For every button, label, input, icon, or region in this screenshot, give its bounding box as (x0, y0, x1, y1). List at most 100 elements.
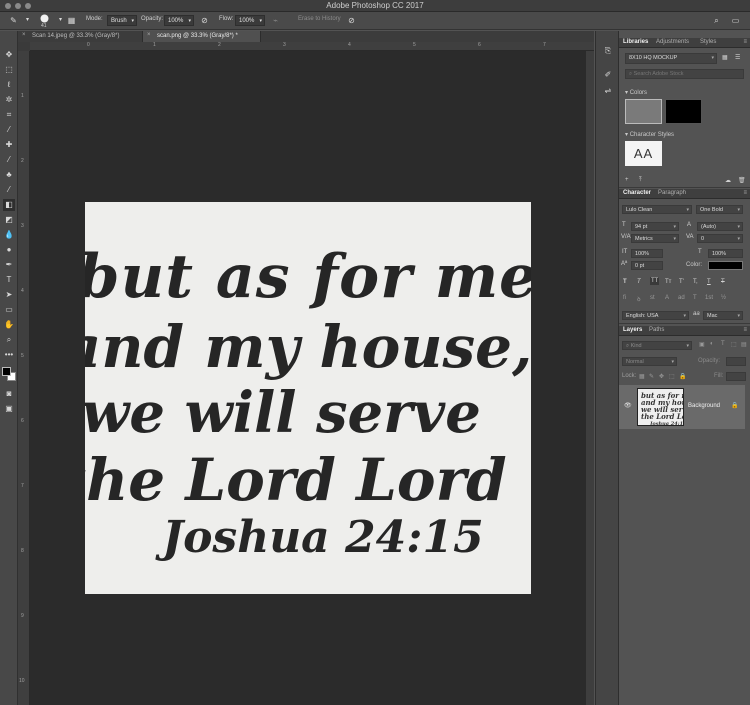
list-view-icon[interactable]: ☰ (735, 54, 740, 61)
eraser-tool-icon[interactable]: ◧ (3, 199, 15, 211)
text-color-swatch[interactable] (708, 261, 743, 270)
workspace-icon[interactable]: ▭ (730, 15, 741, 26)
history-panel-icon[interactable]: ⎘ (602, 45, 614, 57)
doc-tab-scan-png[interactable]: × scan.png @ 33.3% (Gray/8*) * (143, 31, 261, 42)
blend-mode-select[interactable]: Normal ▾ (622, 357, 677, 366)
pressure-opacity-icon[interactable]: ⊘ (199, 15, 210, 26)
close-icon[interactable]: × (147, 32, 151, 38)
trash-icon[interactable]: 🗑 (738, 177, 746, 184)
swash-button[interactable]: A (665, 295, 669, 301)
opacity-input[interactable]: 100% ▾ (164, 15, 194, 26)
underline-button[interactable]: T (707, 279, 711, 285)
baseline-shift-input[interactable]: 0 pt (631, 261, 663, 270)
add-icon[interactable]: + (625, 177, 629, 183)
more-tools-icon[interactable]: ••• (3, 349, 15, 361)
stylistic-alternates-button[interactable]: ad (678, 295, 685, 301)
horizontal-scale-input[interactable]: 100% (708, 249, 743, 258)
lock-transparency-icon[interactable]: ▦ (639, 373, 645, 380)
path-selection-tool-icon[interactable]: ➤ (3, 289, 15, 301)
eyedropper-tool-icon[interactable]: ⁄ (3, 124, 15, 136)
antialias-select[interactable]: Mac ▾ (703, 311, 743, 320)
superscript-button[interactable]: T' (679, 279, 684, 285)
tab-libraries[interactable]: Libraries (620, 39, 651, 45)
filter-type-icon[interactable]: T (721, 341, 725, 347)
leading-input[interactable]: (Auto) ▾ (697, 222, 743, 231)
dodge-tool-icon[interactable]: ● (3, 244, 15, 256)
library-color-swatch[interactable] (625, 99, 662, 124)
brush-tool-icon[interactable]: ⁄ (3, 154, 15, 166)
canvas-pasteboard[interactable]: but as for me and my house, we will serv… (30, 51, 586, 705)
lock-artboard-icon[interactable]: ⬚ (669, 373, 675, 380)
font-family-select[interactable]: Lulo Clean ▾ (622, 205, 692, 214)
vertical-ruler[interactable]: 1 2 3 4 5 6 7 8 9 10 (18, 51, 30, 705)
subscript-button[interactable]: T, (693, 279, 698, 285)
blur-tool-icon[interactable]: 💧 (3, 229, 15, 241)
adjustments-icon[interactable]: ⇌ (602, 85, 614, 97)
horizontal-ruler[interactable]: 0 1 2 3 4 5 6 7 (30, 42, 594, 51)
brush-panel-icon[interactable]: ▦ (66, 15, 77, 26)
close-icon[interactable]: × (22, 32, 26, 38)
doc-tab-scan-14[interactable]: × Scan 14.jpeg @ 33.3% (Gray/8*) (18, 31, 143, 42)
fractions-button[interactable]: ½ (721, 295, 726, 301)
faux-bold-button[interactable]: T (623, 279, 627, 285)
rectangle-tool-icon[interactable]: ▭ (3, 304, 15, 316)
old-style-button[interactable]: ꝺ (637, 295, 641, 303)
crop-tool-icon[interactable]: ⌗ (3, 109, 15, 121)
erase-to-history-label[interactable]: Erase to History (298, 16, 341, 22)
panel-menu-icon[interactable]: ≡ (743, 39, 747, 45)
brush-settings-icon[interactable]: ✐ (602, 69, 614, 81)
filter-shape-icon[interactable]: ⬚ (731, 341, 737, 348)
character-styles-section-label[interactable]: ▾ Character Styles (625, 131, 674, 138)
library-color-swatch[interactable] (665, 99, 702, 124)
ruler-origin[interactable] (18, 42, 30, 51)
type-tool-icon[interactable]: T (3, 274, 15, 286)
panel-menu-icon[interactable]: ≡ (743, 327, 747, 333)
lasso-tool-icon[interactable]: ℓ (3, 79, 15, 91)
document-canvas[interactable]: but as for me and my house, we will serv… (85, 202, 531, 594)
eraser-preset-icon[interactable]: ✎ (8, 15, 19, 26)
lock-pixels-icon[interactable]: ✎ (649, 373, 654, 380)
pressure-size-icon[interactable]: ⊘ (346, 15, 357, 26)
quick-mask-icon[interactable]: ◙ (3, 388, 15, 400)
pen-tool-icon[interactable]: ✒ (3, 259, 15, 271)
tracking-select[interactable]: 0 ▾ (697, 234, 743, 243)
filter-pixel-icon[interactable]: ▣ (699, 341, 705, 348)
history-brush-tool-icon[interactable]: ⁄ (3, 184, 15, 196)
magic-wand-tool-icon[interactable]: ✲ (3, 94, 15, 106)
mode-select[interactable]: Brush ▾ (107, 15, 137, 26)
tab-paths[interactable]: Paths (646, 327, 667, 333)
filter-adjustment-icon[interactable]: ◐ (710, 341, 714, 347)
creative-cloud-icon[interactable]: ☁ (725, 177, 731, 184)
vertical-scrollbar[interactable] (586, 51, 594, 705)
tab-character[interactable]: Character (620, 190, 654, 196)
clone-stamp-tool-icon[interactable]: ♣ (3, 169, 15, 181)
small-caps-button[interactable]: Tт (665, 279, 671, 285)
screen-mode-icon[interactable]: ▣ (3, 403, 15, 415)
chevron-down-icon[interactable]: ▾ (22, 15, 33, 26)
faux-italic-button[interactable]: T (637, 279, 641, 285)
search-icon[interactable]: ⌕ (711, 15, 722, 26)
titling-alternates-button[interactable]: T (693, 295, 697, 301)
layer-filter-select[interactable]: ⌕ Kind ▾ (622, 341, 692, 350)
panel-menu-icon[interactable]: ≡ (743, 190, 747, 196)
tab-styles[interactable]: Styles (697, 39, 719, 45)
healing-brush-tool-icon[interactable]: ✚ (3, 139, 15, 151)
all-caps-button[interactable]: TT (650, 277, 660, 285)
hand-tool-icon[interactable]: ✋ (3, 319, 15, 331)
discretionary-ligatures-button[interactable]: st (650, 295, 655, 301)
flow-input[interactable]: 100% ▾ (235, 15, 265, 26)
grid-view-icon[interactable]: ▦ (722, 54, 728, 61)
ordinals-button[interactable]: 1st (705, 295, 713, 301)
fill-input[interactable] (726, 372, 746, 381)
character-style-thumbnail[interactable]: AA (625, 141, 662, 166)
airbrush-icon[interactable]: ⌁ (270, 15, 281, 26)
foreground-color-swatch[interactable] (2, 367, 11, 376)
adobe-stock-search-input[interactable]: ⌕ Search Adobe Stock (625, 69, 744, 79)
zoom-tool-icon[interactable]: ⌕ (3, 334, 15, 346)
eye-icon[interactable]: 👁 (624, 402, 632, 409)
filter-smart-object-icon[interactable]: ▤ (741, 341, 747, 348)
colors-section-label[interactable]: ▾ Colors (625, 89, 647, 96)
marquee-tool-icon[interactable]: ⬚ (3, 64, 15, 76)
vertical-scale-input[interactable]: 100% (631, 249, 663, 258)
layer-opacity-input[interactable] (726, 357, 746, 366)
